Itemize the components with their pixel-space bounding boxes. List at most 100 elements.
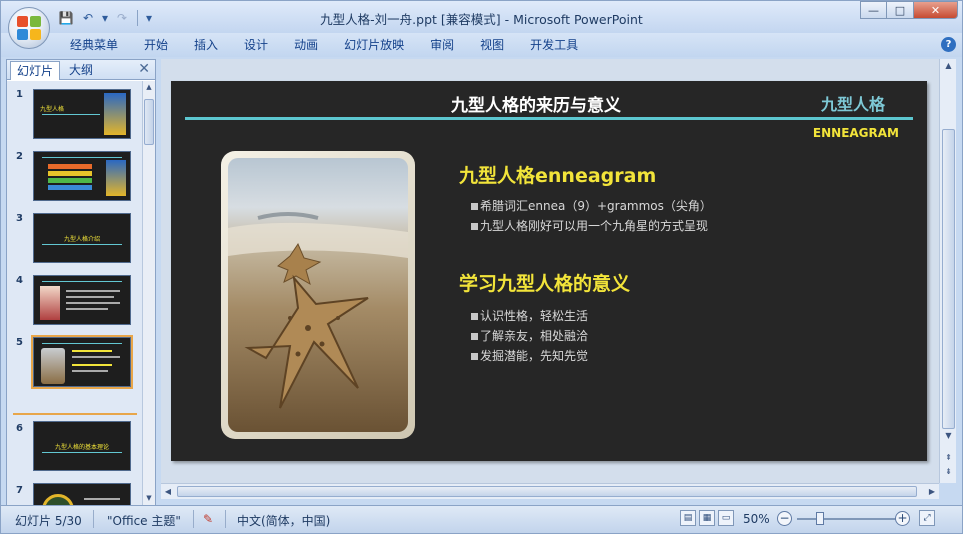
- spell-check-icon[interactable]: ✎: [203, 512, 213, 526]
- slide-title[interactable]: 九型人格的来历与意义: [376, 91, 696, 116]
- slide-tag[interactable]: 九型人格: [821, 91, 885, 115]
- tab-view[interactable]: 视图: [467, 36, 517, 54]
- bullet-text: 九型人格刚好可以用一个九角星的方式呈现: [480, 219, 709, 233]
- thumbnail-slide-7[interactable]: [33, 483, 131, 505]
- thumbnail-slide-1[interactable]: 九型人格: [33, 89, 131, 139]
- bullet-text: 希腊词汇ennea（9）+grammos（尖角）: [480, 199, 712, 213]
- previous-slide-icon[interactable]: ⇞: [942, 451, 955, 465]
- office-logo-icon: [17, 16, 41, 40]
- help-icon[interactable]: ?: [941, 37, 956, 52]
- normal-view-icon[interactable]: ▤: [680, 510, 696, 526]
- close-button[interactable]: ✕: [914, 1, 958, 19]
- starfish-photo-frame[interactable]: [221, 151, 415, 439]
- starfish-illustration: [228, 212, 408, 409]
- next-slide-icon[interactable]: ⇟: [942, 465, 955, 479]
- section-1-bullet-2[interactable]: 九型人格刚好可以用一个九角星的方式呈现: [471, 217, 708, 234]
- thumbnail-scrollbar[interactable]: ▲ ▼: [142, 81, 155, 505]
- slide-canvas[interactable]: 九型人格的来历与意义 九型人格 ENNEAGRAM 九型人格enneagram …: [171, 81, 927, 461]
- scroll-up-icon[interactable]: ▲: [143, 81, 155, 94]
- scroll-down-icon[interactable]: ▼: [143, 492, 155, 505]
- zoom-out-icon[interactable]: −: [777, 511, 792, 526]
- tab-slides[interactable]: 幻灯片: [10, 61, 61, 80]
- tab-design[interactable]: 设计: [231, 36, 281, 54]
- thumbnail-text-line: [84, 498, 120, 500]
- fit-slide-icon[interactable]: ⤢: [919, 510, 935, 526]
- status-separator: [93, 510, 94, 528]
- tab-animations[interactable]: 动画: [281, 36, 331, 54]
- thumbnail-slide-6[interactable]: 九型人格的基本理论: [33, 421, 131, 471]
- maximize-button[interactable]: □: [887, 1, 914, 19]
- ribbon-tab-bar: 经典菜单 开始 插入 设计 动画 幻灯片放映 审阅 视图 开发工具 ?: [1, 33, 962, 57]
- thumbnail-number: 5: [16, 337, 23, 348]
- bullet-square-icon: [471, 333, 478, 340]
- office-button[interactable]: [8, 7, 50, 49]
- slide-editing-area: 九型人格的来历与意义 九型人格 ENNEAGRAM 九型人格enneagram …: [161, 59, 939, 483]
- section-1-bullet-1[interactable]: 希腊词汇ennea（9）+grammos（尖角）: [471, 197, 712, 214]
- thumbnail-row[interactable]: 4: [7, 267, 143, 329]
- vertical-scrollbar[interactable]: ▲ ▼ ⇞ ⇟: [939, 59, 956, 483]
- bullet-text: 了解亲友，相处融洽: [480, 329, 589, 343]
- slide-show-view-icon[interactable]: ▭: [718, 510, 734, 526]
- thumbnail-row[interactable]: 7: [7, 477, 143, 505]
- thumbnail-bar: [48, 164, 92, 169]
- horizontal-scroll-thumb[interactable]: [177, 486, 917, 497]
- section-2-bullet-1[interactable]: 认识性格，轻松生活: [471, 307, 588, 324]
- tab-outline[interactable]: 大纲: [63, 61, 99, 80]
- thumbnail-number: 6: [16, 423, 23, 434]
- thumbnail-slide-2[interactable]: [33, 151, 131, 201]
- section-2-heading[interactable]: 学习九型人格的意义: [459, 269, 630, 296]
- tab-classic-menu[interactable]: 经典菜单: [57, 36, 131, 54]
- thumbnail-text-line: [66, 308, 108, 310]
- thumbnail-image: [104, 93, 126, 135]
- zoom-in-icon[interactable]: +: [895, 511, 910, 526]
- thumbnail-slide-4[interactable]: [33, 275, 131, 325]
- thumbnail-row[interactable]: 6 九型人格的基本理论: [7, 415, 143, 477]
- thumbnail-text-line: [72, 350, 112, 352]
- scroll-left-icon[interactable]: ◀: [161, 485, 175, 498]
- scroll-right-icon[interactable]: ▶: [925, 485, 939, 498]
- zoom-level[interactable]: 50%: [743, 512, 770, 526]
- thumbnail-line: [42, 157, 122, 158]
- minimize-button[interactable]: —: [860, 1, 887, 19]
- thumbnail-scroll-thumb[interactable]: [144, 99, 154, 145]
- thumbnail-image: [41, 348, 65, 384]
- scroll-up-icon[interactable]: ▲: [942, 59, 955, 73]
- thumbnail-line: [42, 281, 122, 282]
- thumbnail-text-line: [72, 356, 120, 358]
- slide-subtitle[interactable]: ENNEAGRAM: [813, 126, 899, 140]
- bullet-square-icon: [471, 223, 478, 230]
- horizontal-scrollbar[interactable]: ◀ ▶: [161, 483, 939, 499]
- tab-review[interactable]: 审阅: [417, 36, 467, 54]
- section-2-bullet-3[interactable]: 发掘潜能，先知先觉: [471, 347, 588, 364]
- language-indicator[interactable]: 中文(简体，中国): [237, 512, 330, 529]
- zoom-slider-thumb[interactable]: [816, 512, 824, 525]
- thumbnail-slide-3[interactable]: 九型人格介绍: [33, 213, 131, 263]
- thumbnail-line: [42, 343, 122, 344]
- thumbnail-slide-5-selected[interactable]: [31, 335, 133, 389]
- thumbnail-title: 九型人格介绍: [63, 236, 100, 243]
- thumbnail-row[interactable]: 3 九型人格介绍: [7, 205, 143, 267]
- tab-insert[interactable]: 插入: [181, 36, 231, 54]
- vertical-scroll-thumb[interactable]: [942, 129, 955, 429]
- thumbnail-number: 2: [16, 151, 23, 162]
- tab-developer[interactable]: 开发工具: [517, 36, 591, 54]
- section-2-bullet-2[interactable]: 了解亲友，相处融洽: [471, 327, 588, 344]
- slide-sorter-view-icon[interactable]: ▦: [699, 510, 715, 526]
- section-1-heading[interactable]: 九型人格enneagram: [459, 161, 656, 188]
- thumbnail-row[interactable]: 1 九型人格: [7, 81, 143, 143]
- zoom-slider-track[interactable]: [797, 518, 897, 520]
- scroll-down-icon[interactable]: ▼: [942, 429, 955, 443]
- close-pane-icon[interactable]: ✕: [138, 61, 150, 77]
- tab-slide-show[interactable]: 幻灯片放映: [331, 36, 417, 54]
- thumbnail-line: [42, 452, 122, 453]
- thumbnail-bar: [48, 185, 92, 190]
- thumbnail-row[interactable]: 2: [7, 143, 143, 205]
- tab-home[interactable]: 开始: [131, 36, 181, 54]
- thumbnail-text-line: [66, 302, 120, 304]
- powerpoint-window: 💾 ↶ ▾ ↷ ▾ 九型人格-刘一舟.ppt [兼容模式] - Microsof…: [0, 0, 963, 534]
- theme-name[interactable]: "Office 主题": [107, 512, 181, 529]
- thumbnail-number: 3: [16, 213, 23, 224]
- thumbnail-text-line: [72, 364, 112, 366]
- thumbnail-row[interactable]: 5: [7, 329, 143, 391]
- thumbnail-image: [40, 286, 60, 320]
